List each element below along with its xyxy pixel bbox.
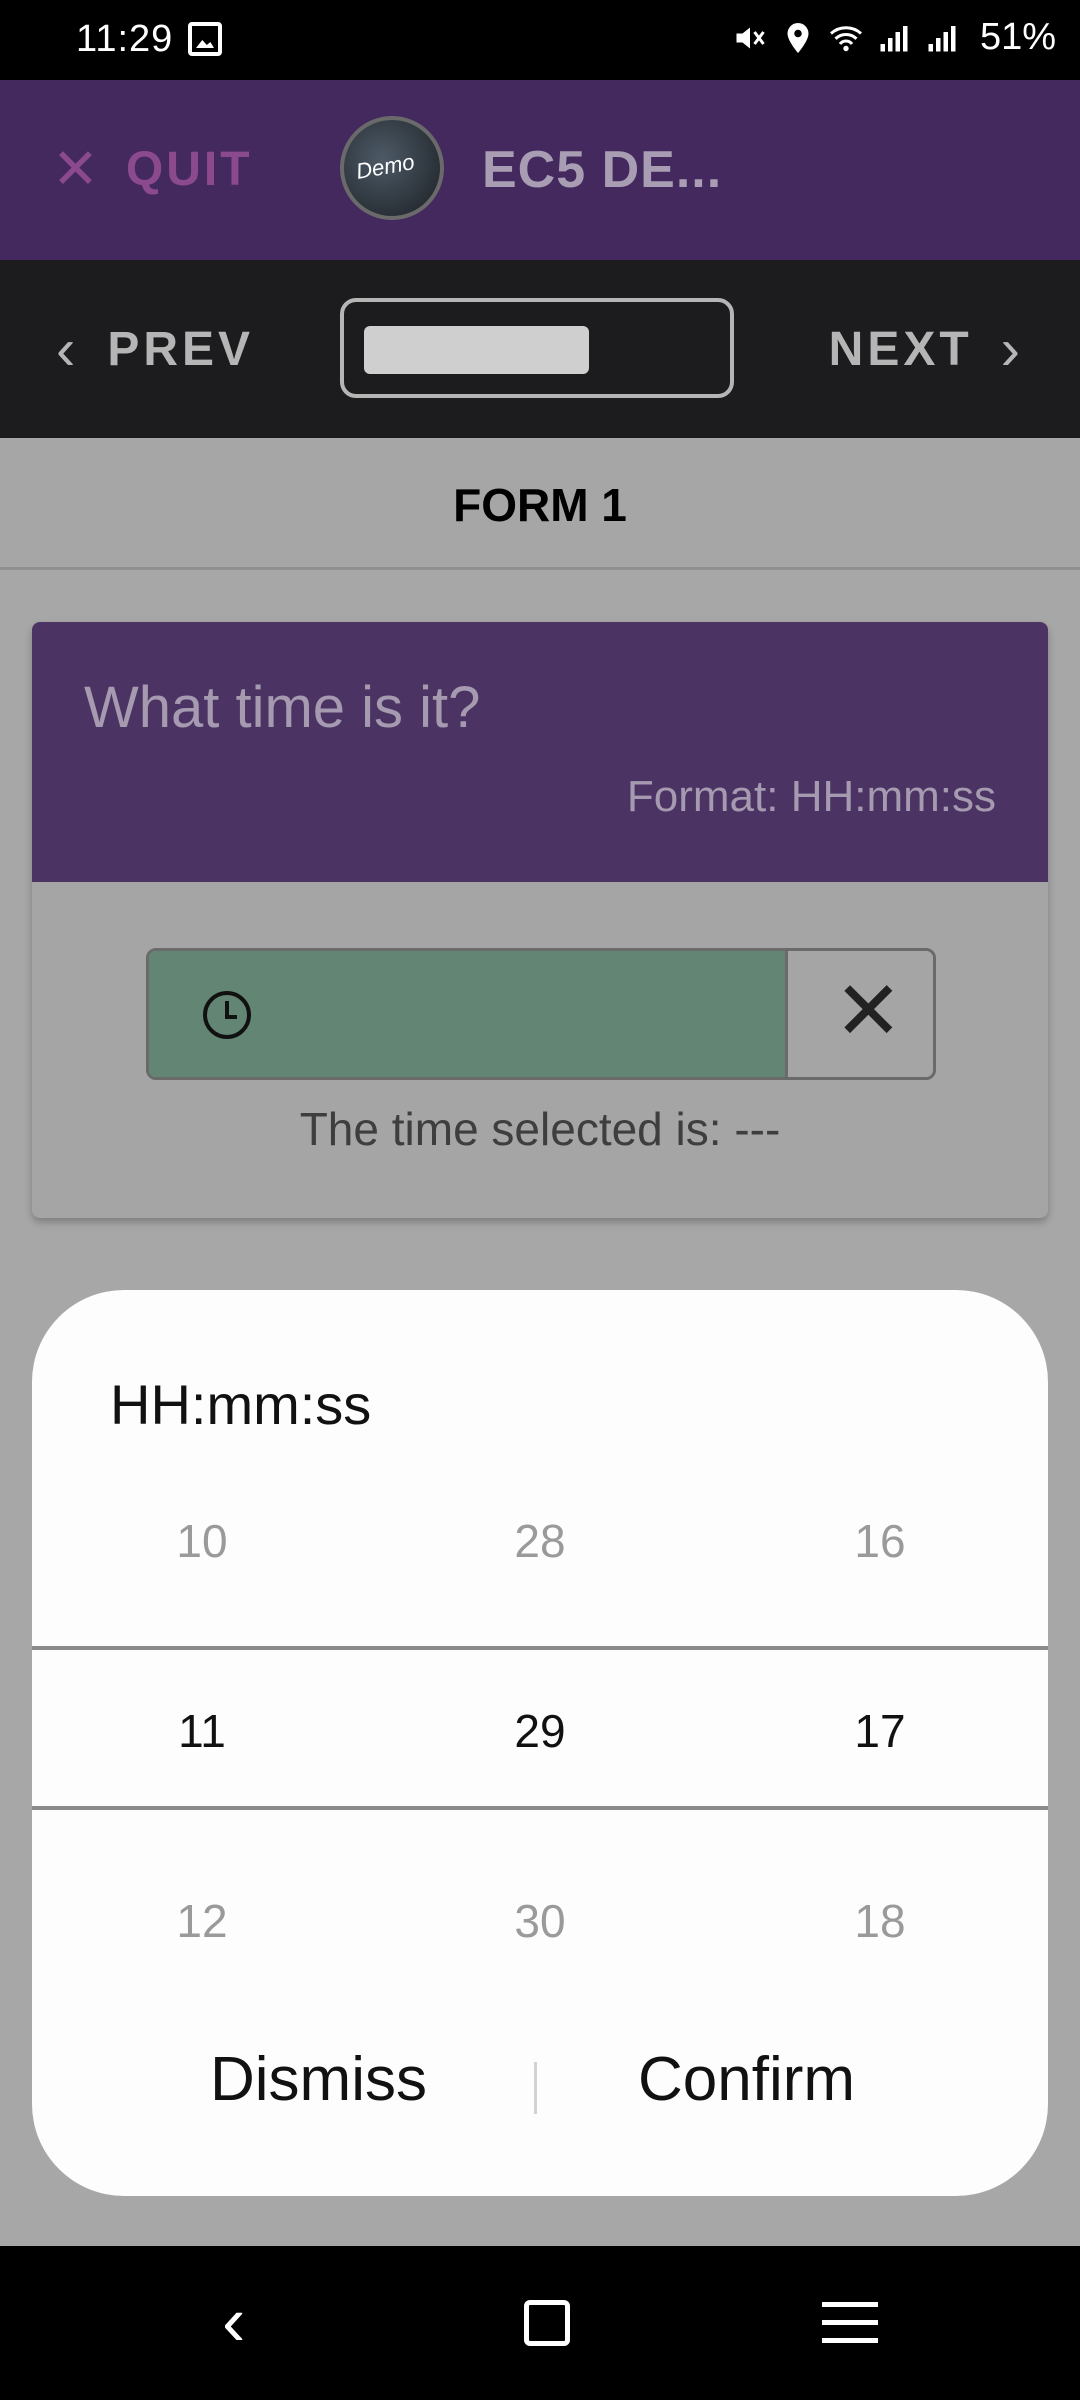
minute-option[interactable]: 30 <box>440 1894 640 1948</box>
prev-button[interactable]: ‹ PREV <box>56 316 254 383</box>
time-field: ✕ <box>146 948 936 1080</box>
chevron-right-icon: › <box>1000 317 1024 382</box>
form-navigation: ‹ PREV NEXT › <box>0 260 1080 438</box>
picker-title: HH:mm:ss <box>110 1373 372 1436</box>
recents-icon[interactable] <box>822 2302 878 2346</box>
screen: 11:29 51% ✕ QUIT Demo EC5 DE... ‹ PREV N… <box>0 0 1080 2400</box>
project-avatar: Demo <box>340 116 444 220</box>
signal-r-icon <box>928 25 956 51</box>
second-option[interactable]: 16 <box>780 1514 980 1568</box>
quit-button[interactable]: ✕ QUIT <box>52 136 253 202</box>
status-time: 11:29 <box>76 18 174 60</box>
form-header: FORM 1 <box>0 438 1080 570</box>
mute-icon <box>736 27 765 48</box>
location-icon <box>787 22 809 53</box>
avatar-label: Demo <box>354 149 417 184</box>
format-hint: Format: HH:mm:ss <box>626 772 996 821</box>
chevron-left-icon: ‹ <box>56 317 80 382</box>
battery-level: 51% <box>979 16 1056 58</box>
selection-divider-top <box>32 1646 1048 1650</box>
time-picker-dialog: HH:mm:ss 10 28 16 11 29 17 12 30 18 Dism… <box>32 1290 1048 2196</box>
prev-label: PREV <box>107 323 255 376</box>
back-icon[interactable]: ‹ <box>222 2286 245 2356</box>
close-icon: ✕ <box>52 137 102 200</box>
close-icon: ✕ <box>834 966 903 1057</box>
dismiss-button[interactable]: Dismiss <box>210 2044 427 2115</box>
clock-icon <box>203 991 251 1039</box>
wifi-icon <box>829 25 862 51</box>
second-option[interactable]: 18 <box>780 1894 980 1948</box>
picker-actions: Dismiss Confirm <box>32 2030 1048 2130</box>
status-icons: 51% <box>732 16 1056 59</box>
home-icon[interactable] <box>524 2300 570 2346</box>
hour-option[interactable]: 10 <box>102 1514 302 1568</box>
system-navigation-bar: ‹ <box>0 2246 1080 2400</box>
hour-selected[interactable]: 11 <box>102 1704 302 1758</box>
hour-option[interactable]: 12 <box>102 1894 302 1948</box>
progress-bar <box>340 298 734 398</box>
next-button[interactable]: NEXT › <box>829 316 1024 383</box>
quit-label: QUIT <box>125 142 253 196</box>
status-bar: 11:29 51% <box>0 0 1080 80</box>
question-text: What time is it? <box>84 675 481 740</box>
question-card: What time is it? Format: HH:mm:ss ✕ The … <box>32 622 1048 1218</box>
question-header: What time is it? Format: HH:mm:ss <box>32 622 1048 882</box>
gallery-icon <box>188 22 222 56</box>
time-input[interactable] <box>149 951 785 1077</box>
second-selected[interactable]: 17 <box>780 1704 980 1758</box>
selection-divider-bottom <box>32 1806 1048 1810</box>
next-label: NEXT <box>828 323 973 376</box>
progress-fill <box>364 326 589 374</box>
selected-time-text: The time selected is: --- <box>299 1103 781 1155</box>
actions-divider <box>534 2062 537 2114</box>
project-title: EC5 DE... <box>482 141 723 199</box>
minute-option[interactable]: 28 <box>440 1514 640 1568</box>
app-bar: ✕ QUIT Demo EC5 DE... <box>0 80 1080 260</box>
clear-time-button[interactable]: ✕ <box>785 951 933 1077</box>
confirm-button[interactable]: Confirm <box>638 2044 855 2115</box>
form-title: FORM 1 <box>453 479 627 531</box>
signal-icon <box>880 25 908 51</box>
minute-selected[interactable]: 29 <box>440 1704 640 1758</box>
